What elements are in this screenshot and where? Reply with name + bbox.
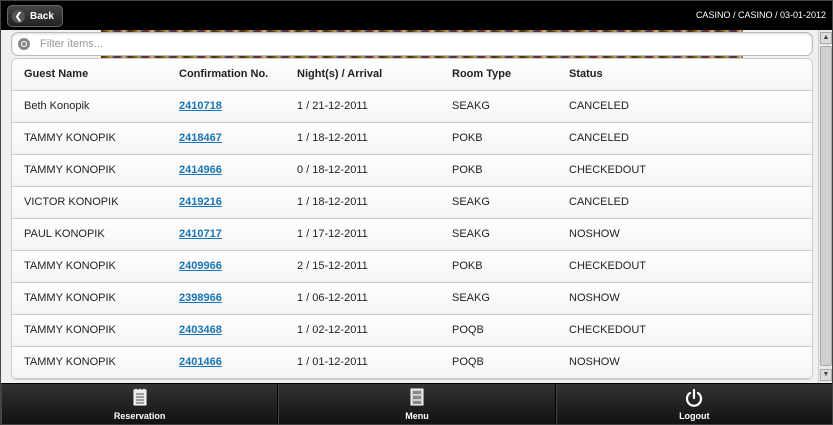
back-button[interactable]: ❮ Back: [7, 5, 63, 27]
content-area: Guest Name Confirmation No. Night(s) / A…: [1, 30, 818, 383]
table-row[interactable]: PAUL KONOPIK 2410717 1 / 17-12-2011 SEAKG NO…: [12, 219, 812, 251]
room-type-cell: SEAKG: [452, 292, 490, 304]
room-type-cell: SEAKG: [452, 228, 490, 240]
scrollbar-thumb[interactable]: [820, 46, 832, 366]
nights-arrival-cell: 1 / 02-12-2011: [297, 324, 368, 336]
top-bar: ❮ Back CASINO / CASINO / 03-01-2012: [1, 1, 832, 30]
table-row[interactable]: VICTOR KONOPIK 2419216 1 / 18-12-2011 SEAKG…: [12, 187, 812, 219]
column-header-nights-arrival: Night(s) / Arrival: [297, 68, 383, 80]
menu-button[interactable]: Menu: [278, 384, 556, 424]
confirmation-link[interactable]: 2409966: [179, 260, 222, 272]
table-row[interactable]: TAMMY KONOPIK 2418467 1 / 18-12-2011 POKB CA…: [12, 123, 812, 155]
guest-name-cell: TAMMY KONOPIK: [24, 292, 116, 304]
table-row[interactable]: TAMMY KONOPIK 2409966 2 / 15-12-2011 POKB CH…: [12, 251, 812, 283]
status-cell: NOSHOW: [569, 356, 620, 368]
nights-arrival-cell: 1 / 01-12-2011: [297, 356, 368, 368]
nights-arrival-cell: 2 / 15-12-2011: [297, 260, 368, 272]
reservations-table: Guest Name Confirmation No. Night(s) / A…: [11, 58, 813, 380]
table-header-row: Guest Name Confirmation No. Night(s) / A…: [12, 59, 812, 91]
status-cell: CHECKEDOUT: [569, 164, 647, 176]
guest-name-cell: TAMMY KONOPIK: [24, 260, 116, 272]
column-header-guest-name: Guest Name: [24, 68, 89, 80]
confirmation-link[interactable]: 2418467: [179, 132, 222, 144]
confirmation-link[interactable]: 2410717: [179, 228, 222, 240]
nights-arrival-cell: 1 / 21-12-2011: [297, 100, 368, 112]
confirmation-link[interactable]: 2410718: [179, 100, 222, 112]
nights-arrival-cell: 1 / 18-12-2011: [297, 132, 368, 144]
room-type-cell: POQB: [452, 324, 484, 336]
table-row[interactable]: TAMMY KONOPIK 2401466 1 / 01-12-2011 POQB NO…: [12, 347, 812, 379]
scroll-down-arrow-icon[interactable]: ▼: [820, 369, 832, 381]
table-row[interactable]: Beth Konopik 2410718 1 / 21-12-2011 SEAKG CA…: [12, 91, 812, 123]
room-type-cell: SEAKG: [452, 100, 490, 112]
status-cell: NOSHOW: [569, 292, 620, 304]
confirmation-link[interactable]: 2398966: [179, 292, 222, 304]
chevron-left-icon: ❮: [12, 9, 25, 23]
scroll-up-arrow-icon[interactable]: ▲: [820, 32, 832, 44]
guest-name-cell: TAMMY KONOPIK: [24, 324, 116, 336]
guest-name-cell: Beth Konopik: [24, 100, 90, 112]
table-row[interactable]: TAMMY KONOPIK 2414966 0 / 18-12-2011 POKB CH…: [12, 155, 812, 187]
filter-bar: [11, 32, 813, 56]
guest-name-cell: TAMMY KONOPIK: [24, 164, 116, 176]
app-window: ❮ Back CASINO / CASINO / 03-01-2012 Gues…: [0, 0, 833, 425]
search-icon: [18, 38, 30, 50]
confirmation-link[interactable]: 2403468: [179, 324, 222, 336]
room-type-cell: POKB: [452, 164, 483, 176]
confirmation-cell: 2419216: [179, 187, 222, 218]
column-header-status: Status: [569, 68, 603, 80]
guest-name-cell: VICTOR KONOPIK: [24, 196, 119, 208]
confirmation-cell: 2410718: [179, 91, 222, 122]
room-type-cell: POKB: [452, 260, 483, 272]
confirmation-cell: 2398966: [179, 283, 222, 314]
vertical-scrollbar[interactable]: ▲ ▼: [818, 30, 832, 383]
back-label: Back: [30, 10, 54, 22]
nights-arrival-cell: 1 / 18-12-2011: [297, 196, 368, 208]
status-cell: CHECKEDOUT: [569, 324, 647, 336]
breadcrumb: CASINO / CASINO / 03-01-2012: [695, 10, 826, 20]
table-row[interactable]: TAMMY KONOPIK 2403468 1 / 02-12-2011 POQB CH…: [12, 315, 812, 347]
confirmation-link[interactable]: 2414966: [179, 164, 222, 176]
room-type-cell: SEAKG: [452, 196, 490, 208]
notepad-icon: [133, 388, 147, 408]
filter-input[interactable]: [38, 35, 802, 53]
logout-label: Logout: [679, 411, 710, 421]
status-cell: CHECKEDOUT: [569, 260, 647, 272]
status-cell: CANCELED: [569, 100, 629, 112]
column-header-room-type: Room Type: [452, 68, 512, 80]
confirmation-cell: 2410717: [179, 219, 222, 250]
confirmation-cell: 2414966: [179, 155, 222, 186]
confirmation-cell: 2401466: [179, 347, 222, 378]
status-cell: CANCELED: [569, 196, 629, 208]
room-type-cell: POKB: [452, 132, 483, 144]
confirmation-cell: 2418467: [179, 123, 222, 154]
bottom-nav: Reservation Menu Logout: [1, 383, 832, 424]
confirmation-link[interactable]: 2419216: [179, 196, 222, 208]
nights-arrival-cell: 0 / 18-12-2011: [297, 164, 368, 176]
confirmation-link[interactable]: 2401466: [179, 356, 222, 368]
column-header-confirmation: Confirmation No.: [179, 68, 269, 80]
guest-name-cell: TAMMY KONOPIK: [24, 356, 116, 368]
status-cell: NOSHOW: [569, 228, 620, 240]
reservation-label: Reservation: [113, 411, 166, 421]
table-row[interactable]: TAMMY KONOPIK 2398966 1 / 06-12-2011 SEAKG N…: [12, 283, 812, 315]
menu-label: Menu: [405, 411, 429, 421]
logout-button[interactable]: Logout: [555, 384, 832, 424]
status-cell: CANCELED: [569, 132, 629, 144]
guest-name-cell: PAUL KONOPIK: [24, 228, 105, 240]
confirmation-cell: 2409966: [179, 251, 222, 282]
nights-arrival-cell: 1 / 06-12-2011: [297, 292, 368, 304]
reservation-button[interactable]: Reservation: [1, 384, 279, 424]
nights-arrival-cell: 1 / 17-12-2011: [297, 228, 368, 240]
power-icon: [684, 388, 704, 410]
room-type-cell: POQB: [452, 356, 484, 368]
cabinet-icon: [410, 388, 424, 408]
confirmation-cell: 2403468: [179, 315, 222, 346]
guest-name-cell: TAMMY KONOPIK: [24, 132, 116, 144]
